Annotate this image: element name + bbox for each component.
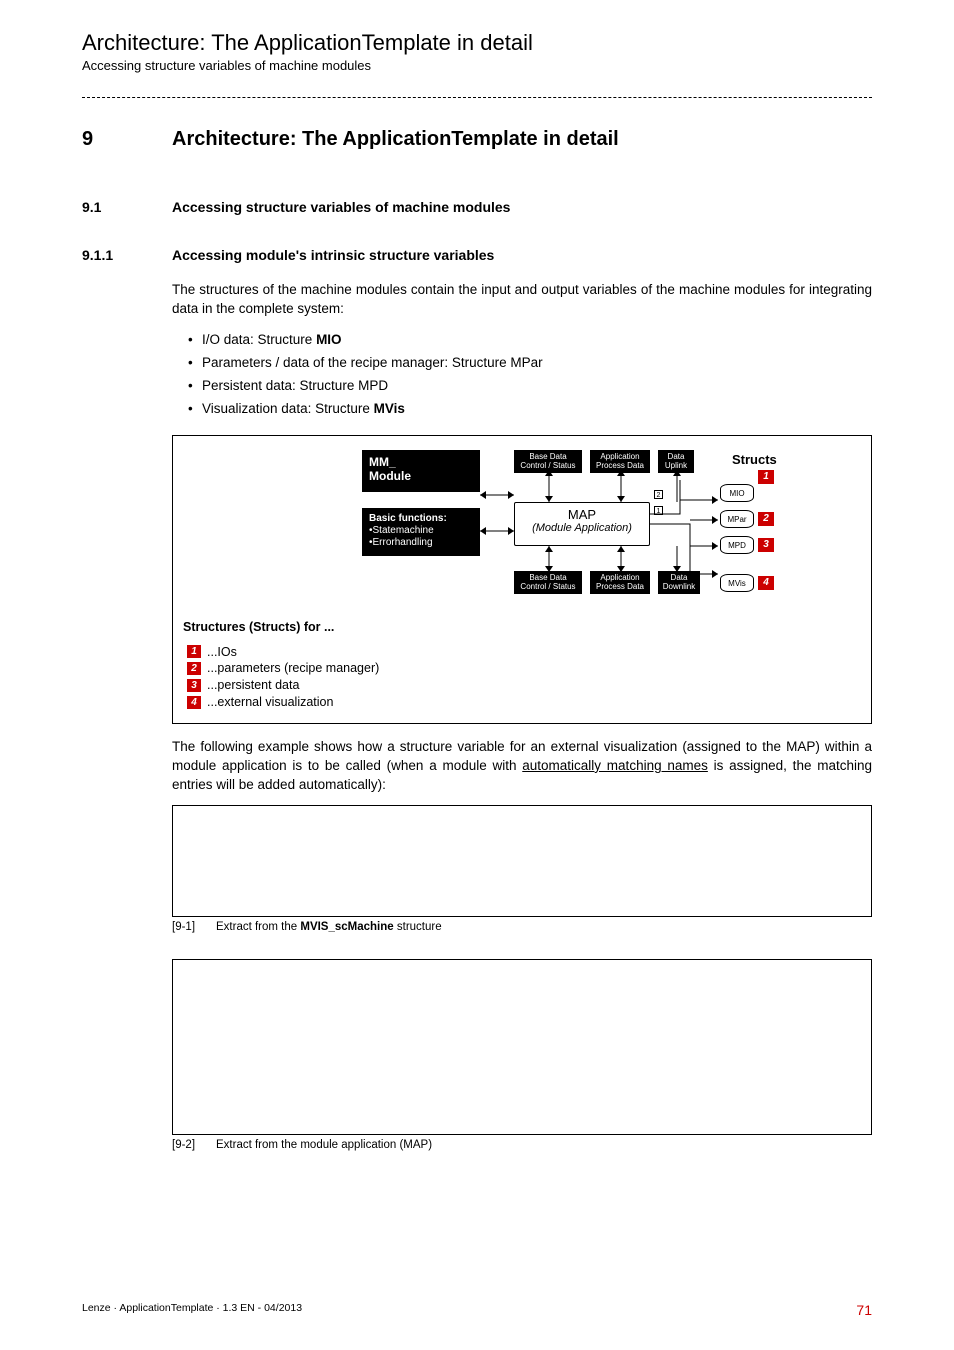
diagram-callout-2: 2 [654,490,663,499]
diagram-legend-list: 1...IOs 2...parameters (recipe manager) … [187,644,861,712]
diagram-label: (Module Application) [521,522,643,535]
list-item: 3 ...persistent data [187,677,861,694]
footer-page-number: 71 [856,1302,872,1318]
diagram-bot-app-data: Application Process Data [590,571,650,594]
connector-icon [480,524,514,538]
li-bold: MIO [316,332,342,347]
list-item: 4 ...external visualization [187,694,861,711]
arrow-icon [614,470,628,502]
subsection-heading: 9.1 Accessing structure variables of mac… [82,199,872,215]
diagram-frame: MM_ Module Basic functions: •Statemachin… [172,435,872,725]
legend-text: ...IOs [207,644,237,661]
code-extract-box-2 [172,959,872,1135]
badge-icon: 2 [187,662,201,675]
subsubsection-number: 9.1.1 [82,247,172,263]
bullet-list: I/O data: Structure MIO Parameters / dat… [188,329,872,421]
paragraph-intro: The structures of the machine modules co… [172,281,872,319]
diagram-label: Basic functions: [369,513,473,525]
badge-icon: 4 [187,696,201,709]
diagram-label: Application [594,452,646,462]
diagram-label: MAP [521,507,643,523]
page-header: Architecture: The ApplicationTemplate in… [82,30,872,73]
diagram-badge-2: 2 [758,512,774,526]
list-item: 1 ...IOs [187,644,861,661]
diagram-label: Application [594,573,646,583]
diagram-bf-box: Basic functions: •Statemachine •Errorhan… [362,508,480,556]
section-heading: 9 Architecture: The ApplicationTemplate … [82,128,872,151]
legend-text: ...parameters (recipe manager) [207,660,379,677]
subsubsection-title: Accessing module's intrinsic structure v… [172,247,494,263]
diagram-cyl-mpd: MPD [720,536,754,554]
caption-tag: [9-2] [172,1139,216,1151]
legend-text: ...external visualization [207,694,333,711]
para-underline: automatically matching names [522,758,708,773]
list-item: 2 ...parameters (recipe manager) [187,660,861,677]
list-item: I/O data: Structure MIO [188,329,872,352]
paragraph-example: The following example shows how a struct… [172,738,872,795]
diagram-label: MM_ [369,455,473,469]
diagram-legend-title: Structures (Structs) for ... [183,620,861,634]
connector-icon [650,510,720,590]
arrow-icon [670,470,684,502]
diagram-bot-base-data: Base Data Control / Status [514,571,582,594]
badge-icon: 1 [187,645,201,658]
li-bold: MVis [374,401,405,416]
figure-caption-2: [9-2] Extract from the module applicatio… [172,1139,872,1151]
list-item: Persistent data: Structure MPD [188,375,872,398]
section-title: Architecture: The ApplicationTemplate in… [172,128,619,151]
diagram-badge-3: 3 [758,538,774,552]
list-item: Parameters / data of the recipe manager:… [188,352,872,375]
diagram-label: •Errorhandling [369,537,473,549]
legend-text: ...persistent data [207,677,299,694]
subsubsection-heading: 9.1.1 Accessing module's intrinsic struc… [82,247,872,263]
diagram-mm-box: MM_ Module [362,450,480,492]
diagram-badge-1: 1 [758,470,774,484]
caption-text: Extract from the MVIS_scMachine structur… [216,921,442,933]
diagram: MM_ Module Basic functions: •Statemachin… [242,446,802,606]
diagram-label: Data [662,452,690,462]
caption-tag: [9-1] [172,921,216,933]
arrow-icon [542,546,556,572]
figure-caption-1: [9-1] Extract from the MVIS_scMachine st… [172,921,872,933]
subsection-number: 9.1 [82,199,172,215]
page-footer: Lenze · ApplicationTemplate · 1.3 EN - 0… [82,1302,872,1318]
diagram-cyl-mpar: MPar [720,510,754,528]
diagram-label: Control / Status [518,582,578,592]
footer-left: Lenze · ApplicationTemplate · 1.3 EN - 0… [82,1302,302,1318]
connector-icon [480,488,514,502]
header-title: Architecture: The ApplicationTemplate in… [82,30,872,56]
diagram-label: Base Data [518,452,578,462]
caption-text: Extract from the module application (MAP… [216,1139,432,1151]
diagram-label: Process Data [594,582,646,592]
badge-icon: 3 [187,679,201,692]
diagram-label: Module [369,469,473,483]
li-text: Visualization data: Structure [202,401,374,416]
list-item: Visualization data: Structure MVis [188,398,872,421]
section-number: 9 [82,128,172,151]
diagram-label: Base Data [518,573,578,583]
diagram-badge-4: 4 [758,576,774,590]
code-extract-box-1 [172,805,872,917]
diagram-map-box: MAP (Module Application) [514,502,650,546]
divider [82,97,872,98]
arrow-icon [542,470,556,502]
diagram-cyl-mio: MIO [720,484,754,502]
header-subtitle: Accessing structure variables of machine… [82,58,872,73]
diagram-cyl-mvis: MVis [720,574,754,592]
diagram-structs-label: Structs [732,452,777,467]
diagram-label: •Statemachine [369,525,473,537]
subsection-title: Accessing structure variables of machine… [172,199,510,215]
li-text: I/O data: Structure [202,332,316,347]
arrow-icon [614,546,628,572]
